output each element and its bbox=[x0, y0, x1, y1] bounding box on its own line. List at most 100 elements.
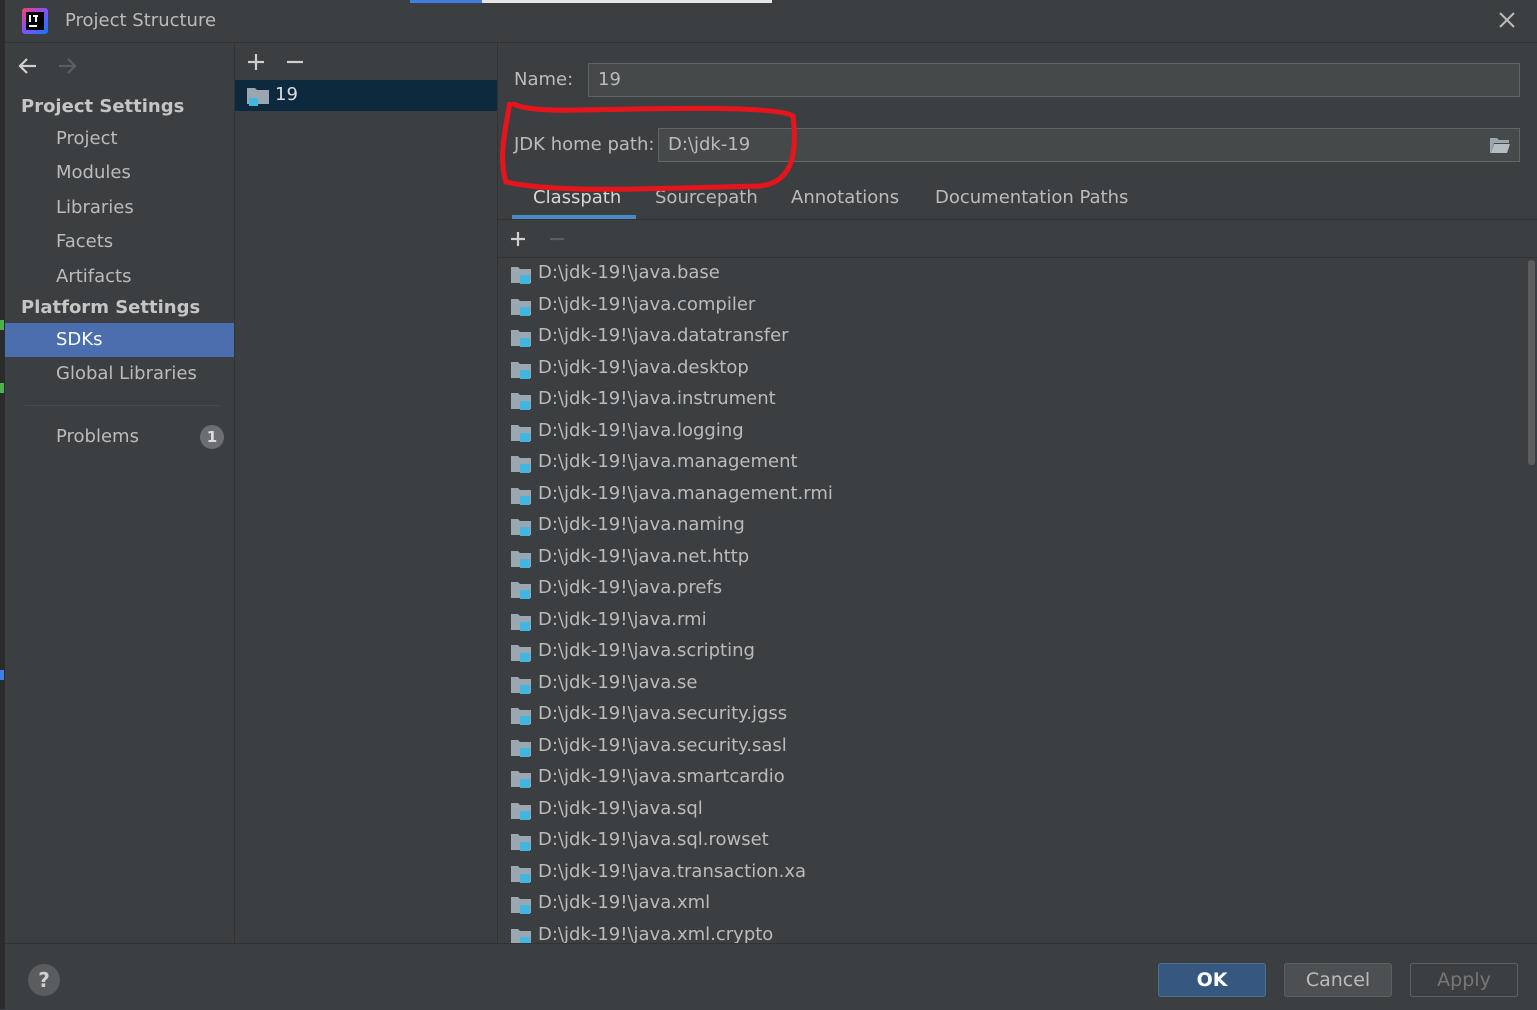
vertical-scrollbar[interactable] bbox=[1528, 260, 1535, 465]
classpath-entry-label: D:\jdk-19!\java.security.jgss bbox=[538, 703, 788, 724]
classpath-entry[interactable]: D:\jdk-19!\java.naming bbox=[498, 511, 1526, 542]
classpath-entry-label: D:\jdk-19!\java.logging bbox=[538, 419, 744, 441]
jar-module-icon bbox=[511, 487, 531, 505]
sdk-name: 19 bbox=[275, 84, 298, 105]
title-bar: Project Structure bbox=[5, 0, 1537, 43]
jdk-home-path-label: JDK home path: bbox=[514, 134, 655, 155]
minus-icon[interactable] bbox=[283, 50, 307, 74]
jar-module-icon bbox=[511, 739, 531, 757]
classpath-entry-label: D:\jdk-19!\java.naming bbox=[538, 514, 745, 535]
classpath-entry[interactable]: D:\jdk-19!\java.sql bbox=[498, 795, 1526, 826]
jar-module-icon bbox=[511, 456, 531, 473]
classpath-entry[interactable]: D:\jdk-19!\java.management.rmi bbox=[498, 480, 1526, 511]
jar-module-icon bbox=[511, 897, 531, 914]
jar-module-icon bbox=[511, 361, 531, 379]
intellij-idea-icon bbox=[22, 8, 48, 34]
arrow-left-icon[interactable] bbox=[16, 54, 40, 78]
classpath-entry-label: D:\jdk-19!\java.prefs bbox=[538, 577, 723, 598]
apply-button[interactable]: Apply bbox=[1410, 963, 1518, 997]
classpath-entry-label: D:\jdk-19!\java.transaction.xa bbox=[538, 860, 807, 882]
jar-module-icon bbox=[511, 267, 531, 284]
classpath-entry[interactable]: D:\jdk-19!\java.base bbox=[498, 259, 1526, 290]
name-label: Name: bbox=[514, 69, 574, 90]
classpath-entry[interactable]: D:\jdk-19!\java.transaction.xa bbox=[498, 858, 1526, 889]
jar-module-icon bbox=[511, 330, 531, 347]
folder-open-icon[interactable] bbox=[1489, 135, 1511, 155]
classpath-entry-label: D:\jdk-19!\java.xml.crypto bbox=[538, 923, 774, 944]
sdk-detail-panel: Name: 19 JDK home path: D:\jdk-19 Classp… bbox=[498, 43, 1537, 943]
jar-module-icon bbox=[511, 708, 531, 725]
classpath-entry[interactable]: D:\jdk-19!\java.datatransfer bbox=[498, 322, 1526, 353]
close-icon[interactable] bbox=[1497, 10, 1517, 30]
classpath-entry-label: D:\jdk-19!\java.smartcardio bbox=[538, 766, 785, 787]
jar-module-icon bbox=[511, 834, 531, 851]
classpath-entry[interactable]: D:\jdk-19!\java.logging bbox=[498, 417, 1526, 448]
jar-module-icon bbox=[511, 393, 531, 410]
jar-module-icon bbox=[511, 865, 531, 883]
tab-annotations[interactable]: Annotations bbox=[791, 187, 899, 208]
classpath-entry[interactable]: D:\jdk-19!\java.prefs bbox=[498, 574, 1526, 605]
classpath-entry[interactable]: D:\jdk-19!\java.net.http bbox=[498, 543, 1526, 574]
classpath-entry-label: D:\jdk-19!\java.security.sasl bbox=[538, 734, 787, 756]
sidebar-item-sdks[interactable]: SDKs bbox=[5, 323, 234, 357]
classpath-entry[interactable]: D:\jdk-19!\java.compiler bbox=[498, 291, 1526, 322]
plus-icon[interactable] bbox=[244, 50, 268, 74]
plus-icon[interactable] bbox=[506, 227, 530, 251]
classpath-entry[interactable]: D:\jdk-19!\java.security.sasl bbox=[498, 732, 1526, 763]
window-title: Project Structure bbox=[65, 10, 217, 31]
classpath-entry[interactable]: D:\jdk-19!\java.sql.rowset bbox=[498, 826, 1526, 857]
tab-classpath[interactable]: Classpath bbox=[533, 187, 621, 208]
classpath-entry-label: D:\jdk-19!\java.management bbox=[538, 451, 798, 472]
sidebar-item-facets[interactable]: Facets bbox=[5, 225, 234, 259]
jar-module-icon bbox=[511, 613, 531, 631]
classpath-entry[interactable]: D:\jdk-19!\java.se bbox=[498, 669, 1526, 700]
sidebar-item-artifacts[interactable]: Artifacts bbox=[5, 260, 234, 294]
classpath-entry-label: D:\jdk-19!\java.instrument bbox=[538, 388, 776, 409]
classpath-entry[interactable]: D:\jdk-19!\java.xml bbox=[498, 889, 1526, 920]
classpath-entry[interactable]: D:\jdk-19!\java.desktop bbox=[498, 354, 1526, 385]
classpath-entry-label: D:\jdk-19!\java.sql bbox=[538, 797, 703, 819]
classpath-entry[interactable]: D:\jdk-19!\java.rmi bbox=[498, 606, 1526, 637]
classpath-entry-label: D:\jdk-19!\java.sql.rowset bbox=[538, 829, 769, 850]
arrow-right-icon[interactable] bbox=[55, 54, 79, 78]
help-icon[interactable]: ? bbox=[28, 964, 60, 996]
edge-marker bbox=[0, 320, 4, 330]
classpath-entry[interactable]: D:\jdk-19!\java.xml.crypto bbox=[498, 921, 1526, 944]
jdk-home-path-value: D:\jdk-19 bbox=[668, 134, 751, 155]
jar-module-icon bbox=[511, 550, 531, 568]
classpath-entry[interactable]: D:\jdk-19!\java.smartcardio bbox=[498, 763, 1526, 794]
sidebar-divider bbox=[25, 405, 220, 406]
jdk-folder-icon bbox=[247, 88, 269, 106]
problems-label: Problems bbox=[56, 426, 139, 447]
ok-button[interactable]: OK bbox=[1158, 963, 1266, 997]
edge-marker bbox=[0, 670, 4, 680]
sidebar-item-global-libraries[interactable]: Global Libraries bbox=[5, 357, 234, 391]
classpath-entry-label: D:\jdk-19!\java.scripting bbox=[538, 640, 755, 661]
jdk-home-path-field[interactable]: D:\jdk-19 bbox=[658, 128, 1520, 162]
classpath-list[interactable]: D:\jdk-19!\java.base D:\jdk-19!\java.comp… bbox=[498, 258, 1526, 943]
sidebar-item-problems[interactable]: Problems 1 bbox=[5, 420, 234, 454]
classpath-entry-label: D:\jdk-19!\java.se bbox=[538, 671, 698, 693]
classpath-entry[interactable]: D:\jdk-19!\java.scripting bbox=[498, 637, 1526, 668]
classpath-entry[interactable]: D:\jdk-19!\java.security.jgss bbox=[498, 700, 1526, 731]
classpath-entry[interactable]: D:\jdk-19!\java.instrument bbox=[498, 385, 1526, 416]
sidebar-item-libraries[interactable]: Libraries bbox=[5, 191, 234, 225]
sdk-list-item[interactable]: 19 bbox=[235, 80, 497, 111]
title-progress-track bbox=[482, 0, 772, 3]
minus-icon[interactable] bbox=[545, 227, 569, 251]
tab-documentation-paths[interactable]: Documentation Paths bbox=[935, 187, 1128, 208]
cancel-button[interactable]: Cancel bbox=[1284, 963, 1392, 997]
classpath-entry[interactable]: D:\jdk-19!\java.management bbox=[498, 448, 1526, 479]
tab-sourcepath[interactable]: Sourcepath bbox=[655, 187, 758, 208]
sdk-tab-strip: Classpath Sourcepath Annotations Documen… bbox=[498, 181, 1537, 220]
edge-marker bbox=[0, 383, 4, 393]
sidebar-item-modules[interactable]: Modules bbox=[5, 156, 234, 190]
sdk-list-panel: 19 bbox=[235, 43, 498, 943]
jar-module-icon bbox=[511, 771, 531, 788]
sidebar-item-project[interactable]: Project bbox=[5, 122, 234, 156]
jar-module-icon bbox=[511, 802, 531, 820]
classpath-toolbar bbox=[498, 220, 1537, 258]
name-field[interactable]: 19 bbox=[588, 63, 1520, 97]
classpath-entry-label: D:\jdk-19!\java.compiler bbox=[538, 293, 756, 315]
problems-count-badge: 1 bbox=[200, 425, 224, 449]
